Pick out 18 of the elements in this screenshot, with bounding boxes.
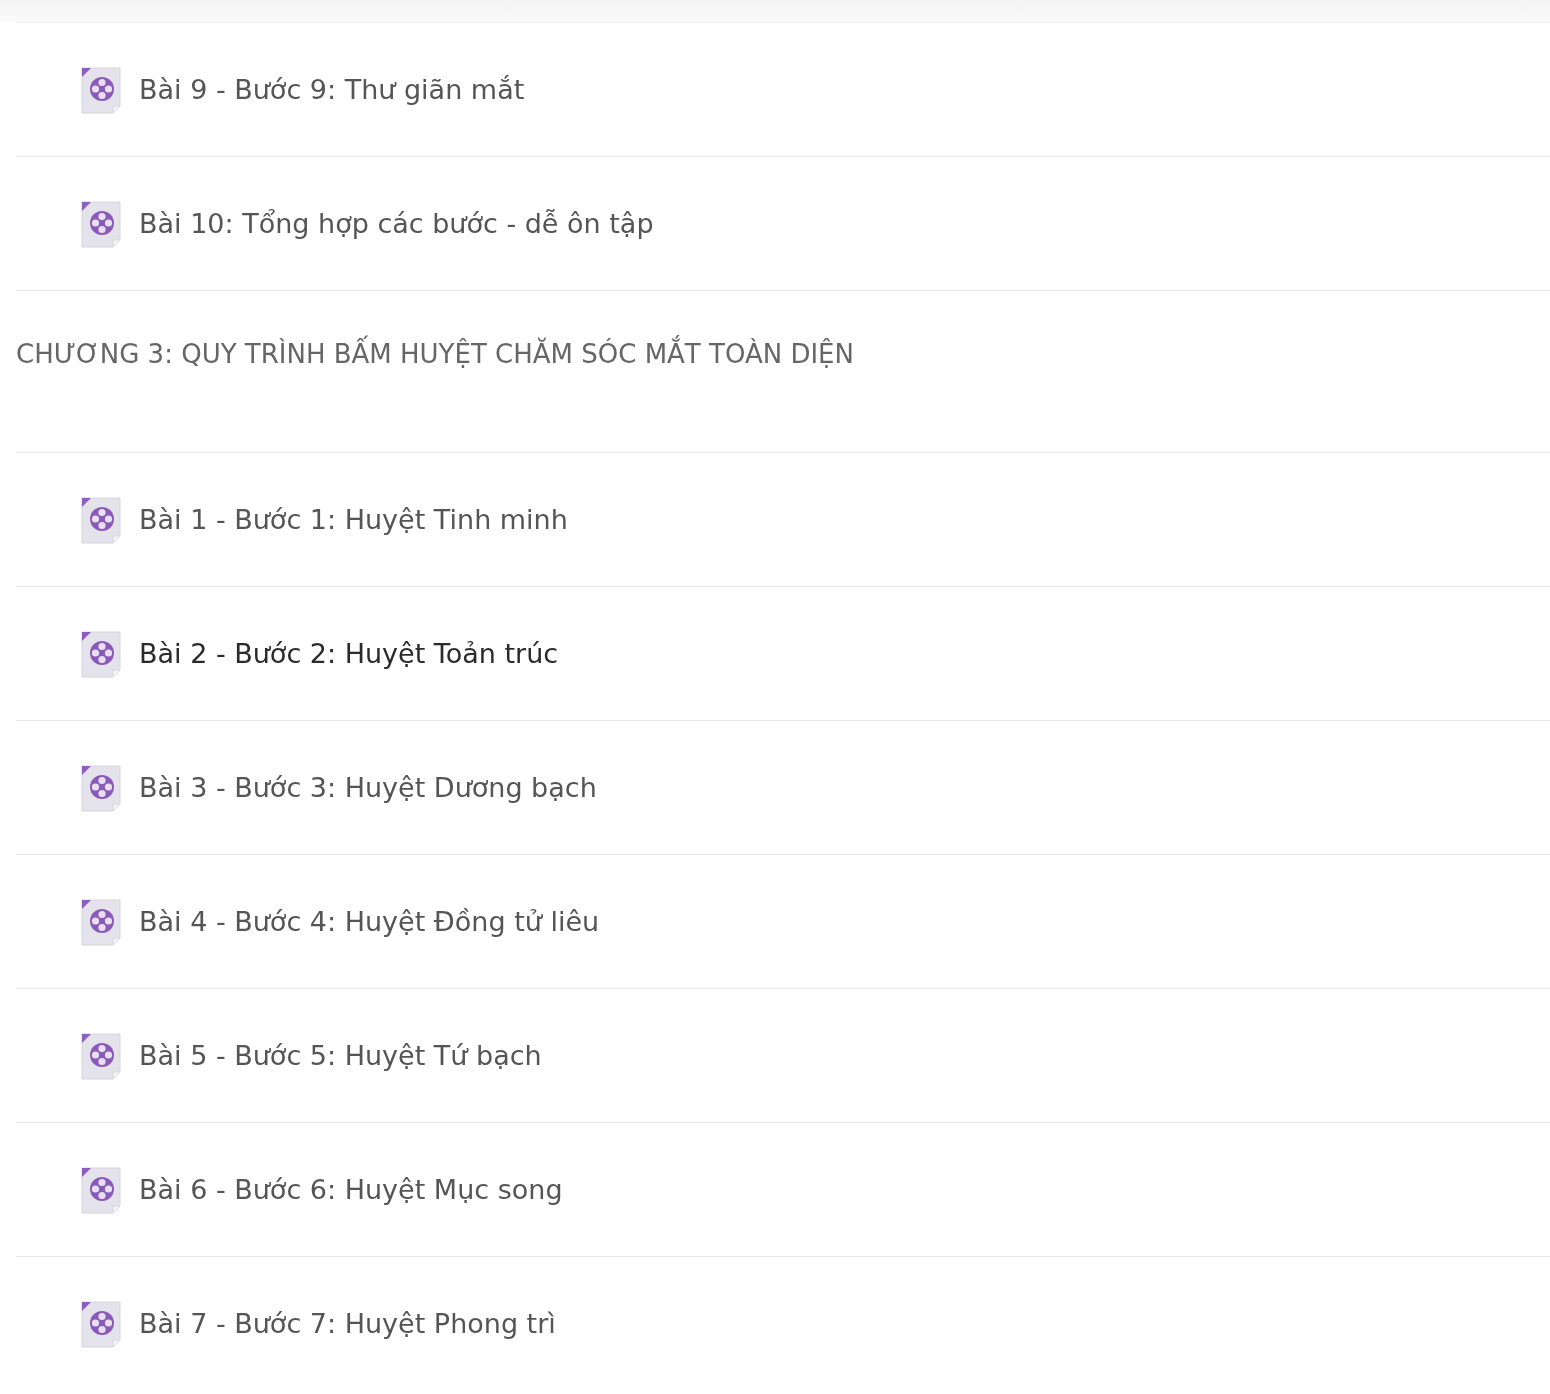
video-file-icon xyxy=(80,1031,124,1080)
video-file-icon xyxy=(80,897,124,946)
video-file-icon xyxy=(80,1299,124,1348)
lesson-link[interactable]: Bài 6 - Bước 6: Huyệt Mục song xyxy=(139,1174,563,1205)
video-file-icon xyxy=(80,763,124,812)
lesson-link[interactable]: Bài 7 - Bước 7: Huyệt Phong trì xyxy=(139,1308,556,1339)
lesson-link[interactable]: Bài 4 - Bước 4: Huyệt Đồng tử liêu xyxy=(139,906,600,937)
video-file-icon xyxy=(80,629,124,678)
lesson-link[interactable]: Bài 9 - Bước 9: Thư giãn mắt xyxy=(139,74,525,105)
lesson-link[interactable]: Bài 10: Tổng hợp các bước - dễ ôn tập xyxy=(139,208,654,239)
video-file-icon xyxy=(80,1165,124,1214)
lesson-link[interactable]: Bài 1 - Bước 1: Huyệt Tinh minh xyxy=(139,504,568,535)
video-file-icon xyxy=(80,199,124,248)
lesson-link[interactable]: Bài 5 - Bước 5: Huyệt Tứ bạch xyxy=(139,1040,542,1071)
video-file-icon xyxy=(80,495,124,544)
video-file-icon xyxy=(80,65,124,114)
lesson-link[interactable]: Bài 3 - Bước 3: Huyệt Dương bạch xyxy=(139,772,597,803)
lesson-link[interactable]: Bài 2 - Bước 2: Huyệt Toản trúc xyxy=(139,638,559,669)
